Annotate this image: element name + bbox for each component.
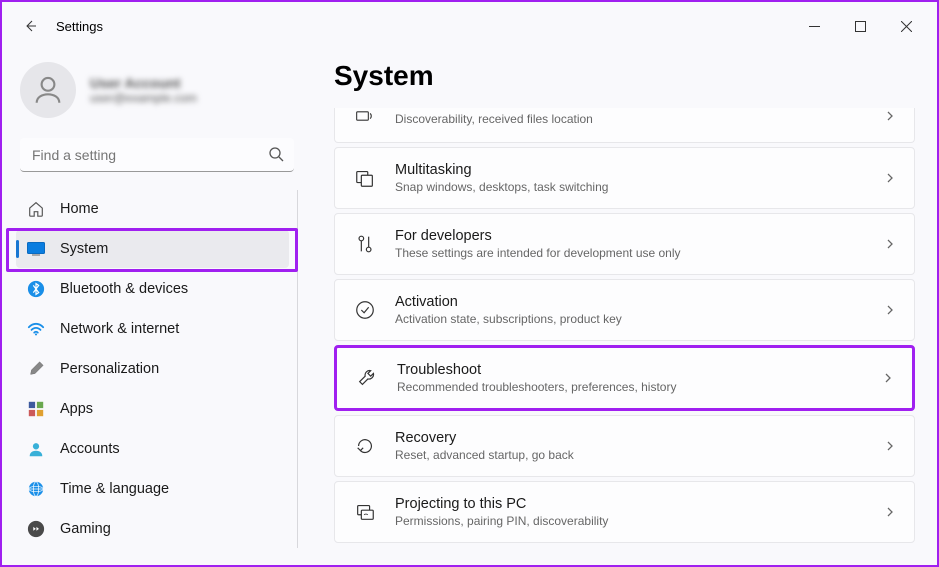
nearby-icon (353, 104, 377, 128)
back-button[interactable] (10, 6, 50, 46)
card-label: Activation (395, 294, 866, 310)
card-recovery[interactable]: Recovery Reset, advanced startup, go back (334, 415, 915, 477)
search-input[interactable] (20, 138, 294, 172)
sidebar-item-home[interactable]: Home (16, 190, 289, 228)
nav-label: Personalization (60, 361, 159, 377)
bluetooth-icon (26, 279, 46, 299)
system-icon (26, 239, 46, 259)
developers-icon (353, 232, 377, 256)
card-desc: Permissions, pairing PIN, discoverabilit… (395, 514, 866, 528)
card-label: Troubleshoot (397, 362, 864, 378)
card-desc: Reset, advanced startup, go back (395, 448, 866, 462)
window-title: Settings (56, 19, 103, 34)
activation-icon (353, 298, 377, 322)
card-multitasking[interactable]: Multitasking Snap windows, desktops, task… (334, 147, 915, 209)
card-nearby-sharing[interactable]: Discoverability, received files location (334, 108, 915, 143)
maximize-button[interactable] (837, 10, 883, 42)
troubleshoot-icon (355, 366, 379, 390)
sidebar: User Account user@example.com Home Syste… (2, 50, 304, 565)
profile-email: user@example.com (90, 91, 197, 105)
card-label: Recovery (395, 430, 866, 446)
card-label: Multitasking (395, 162, 866, 178)
card-desc: Snap windows, desktops, task switching (395, 180, 866, 194)
card-label: For developers (395, 228, 866, 244)
profile-text: User Account user@example.com (90, 75, 197, 105)
search-icon (268, 146, 284, 162)
card-label: Projecting to this PC (395, 496, 866, 512)
sidebar-item-personalization[interactable]: Personalization (16, 350, 289, 388)
nav-label: Gaming (60, 521, 111, 537)
chevron-right-icon (884, 304, 896, 316)
brush-icon (26, 359, 46, 379)
nav-label: Bluetooth & devices (60, 281, 188, 297)
close-button[interactable] (883, 10, 929, 42)
globe-icon (26, 479, 46, 499)
nav-label: System (60, 241, 108, 257)
gaming-icon (26, 519, 46, 539)
window-controls (791, 10, 929, 42)
sidebar-item-network[interactable]: Network & internet (16, 310, 289, 348)
wifi-icon (26, 319, 46, 339)
sidebar-item-apps[interactable]: Apps (16, 390, 289, 428)
nav-label: Home (60, 201, 99, 217)
nav-list: Home System Bluetooth & devices Network … (16, 190, 298, 548)
card-desc: Recommended troubleshooters, preferences… (397, 380, 864, 394)
chevron-right-icon (884, 172, 896, 184)
nav-label: Network & internet (60, 321, 179, 337)
avatar (20, 62, 76, 118)
nav-label: Time & language (60, 481, 169, 497)
sidebar-item-time[interactable]: Time & language (16, 470, 289, 508)
sidebar-item-accounts[interactable]: Accounts (16, 430, 289, 468)
multitasking-icon (353, 166, 377, 190)
card-desc: Discoverability, received files location (395, 112, 866, 126)
card-desc: These settings are intended for developm… (395, 246, 866, 260)
chevron-right-icon (882, 372, 894, 384)
chevron-right-icon (884, 238, 896, 250)
titlebar: Settings (2, 2, 937, 50)
person-icon (31, 73, 65, 107)
card-activation[interactable]: Activation Activation state, subscription… (334, 279, 915, 341)
nav-label: Accounts (60, 441, 120, 457)
sidebar-item-bluetooth[interactable]: Bluetooth & devices (16, 270, 289, 308)
settings-cards: Discoverability, received files location… (334, 108, 915, 543)
recovery-icon (353, 434, 377, 458)
settings-window: Settings User Account user@example.com (0, 0, 939, 567)
search-box[interactable] (20, 138, 294, 172)
back-arrow-icon (22, 18, 38, 34)
home-icon (26, 199, 46, 219)
chevron-right-icon (884, 506, 896, 518)
profile-name: User Account (90, 75, 197, 91)
card-projecting[interactable]: Projecting to this PC Permissions, pairin… (334, 481, 915, 543)
sidebar-item-system[interactable]: System (16, 230, 289, 268)
content-area: System Discoverability, received files l… (304, 50, 937, 565)
profile-section[interactable]: User Account user@example.com (16, 58, 298, 136)
nav-label: Apps (60, 401, 93, 417)
card-developers[interactable]: For developers These settings are intende… (334, 213, 915, 275)
card-troubleshoot[interactable]: Troubleshoot Recommended troubleshooters,… (334, 345, 915, 411)
accounts-icon (26, 439, 46, 459)
card-desc: Activation state, subscriptions, product… (395, 312, 866, 326)
minimize-button[interactable] (791, 10, 837, 42)
page-title: System (334, 60, 915, 92)
chevron-right-icon (884, 440, 896, 452)
apps-icon (26, 399, 46, 419)
sidebar-item-gaming[interactable]: Gaming (16, 510, 289, 548)
chevron-right-icon (884, 110, 896, 122)
projecting-icon (353, 500, 377, 524)
